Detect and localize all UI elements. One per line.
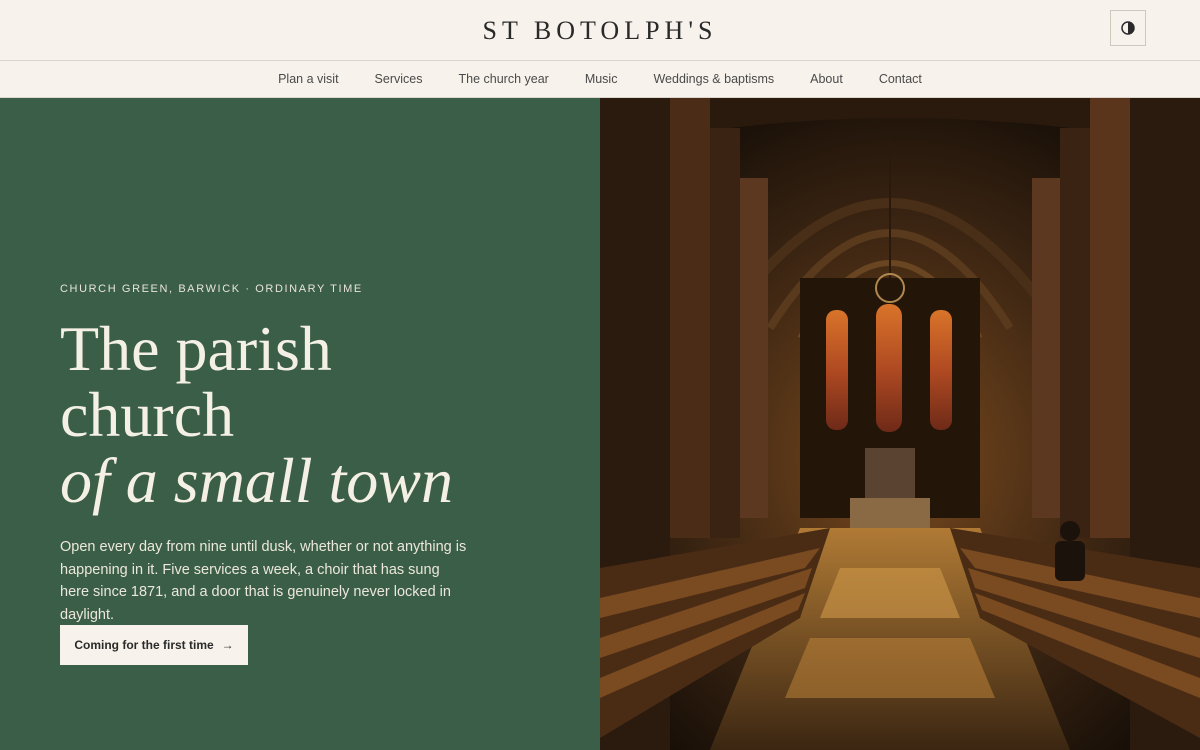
site-title[interactable]: ST BOTOLPH'S [0, 16, 1200, 46]
nav-contact[interactable]: Contact [879, 72, 922, 86]
hero-eyebrow: CHURCH GREEN, BARWICK · ORDINARY TIME [60, 283, 363, 295]
nav-church-year[interactable]: The church year [458, 72, 548, 86]
nav-plan-a-visit[interactable]: Plan a visit [278, 72, 338, 86]
headline-line-1: The parish [60, 313, 332, 384]
nav-about[interactable]: About [810, 72, 843, 86]
arrow-right-icon: → [221, 638, 234, 652]
church-interior-photo [600, 98, 1200, 750]
theme-toggle-button[interactable] [1110, 10, 1146, 46]
hero-headline: The parish church of a small town [60, 316, 580, 514]
site-header: ST BOTOLPH'S [0, 0, 1200, 61]
headline-line-2: church [60, 379, 235, 450]
church-interior-illustration [600, 98, 1200, 750]
hero-lede: Open every day from nine until dusk, whe… [60, 539, 467, 623]
nav-services[interactable]: Services [375, 72, 423, 86]
hero-text-panel: CHURCH GREEN, BARWICK · ORDINARY TIME Th… [0, 98, 600, 750]
contrast-icon [1121, 21, 1135, 35]
headline-line-3: of a small town [60, 445, 453, 516]
main-nav: Plan a visit Services The church year Mu… [0, 61, 1200, 98]
cta-label: Coming for the first time [74, 638, 214, 652]
nav-music[interactable]: Music [585, 72, 618, 86]
first-time-cta-button[interactable]: Coming for the first time → [60, 625, 248, 665]
nav-weddings-baptisms[interactable]: Weddings & baptisms [653, 72, 774, 86]
